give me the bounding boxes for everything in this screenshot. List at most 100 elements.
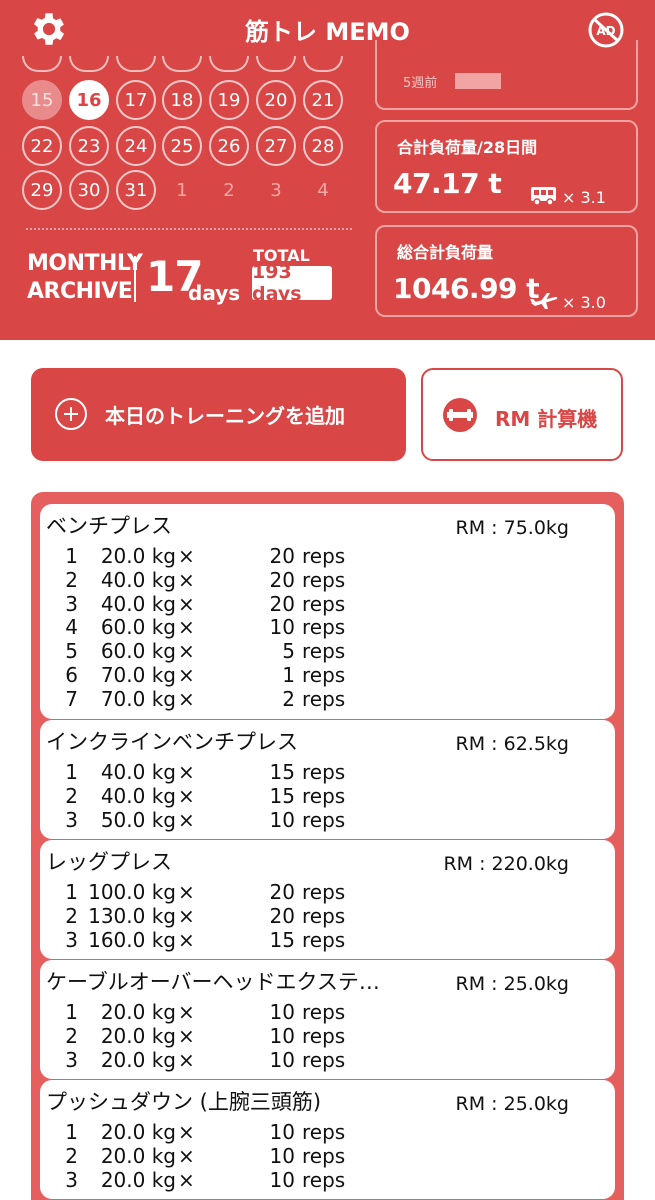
set-row: 3 160.0 kg × 15 reps — [40, 928, 440, 952]
set-weight: 20.0 kg — [100, 1047, 176, 1072]
exercise-list: ベンチプレス RM : 75.0kg 1 20.0 kg × 20 reps 2 40.0 kg… — [31, 492, 624, 1200]
calendar-day[interactable]: 16 — [69, 80, 109, 120]
calendar-prev-row — [162, 56, 202, 72]
calendar-day[interactable]: 2 — [209, 170, 249, 210]
times-sign: × — [178, 663, 195, 687]
set-reps: 10 — [269, 807, 295, 832]
calendar-day[interactable]: 25 — [162, 126, 202, 166]
weeks-ago-bar — [455, 73, 501, 89]
calendar-day[interactable]: 19 — [209, 80, 249, 120]
times-sign: × — [178, 783, 195, 808]
calendar-day[interactable]: 20 — [256, 80, 296, 120]
calendar-day[interactable]: 3 — [256, 170, 296, 210]
set-row: 2 40.0 kg × 20 reps — [40, 568, 440, 592]
set-row: 7 70.0 kg × 2 reps — [40, 687, 440, 711]
rm-calculator-button[interactable]: RM 計算機 — [421, 368, 623, 461]
times-sign: × — [178, 880, 195, 904]
monthly-day-unit: days — [188, 281, 241, 305]
set-row: 1 40.0 kg × 15 reps — [40, 760, 440, 784]
calendar-day[interactable]: 17 — [116, 80, 156, 120]
set-reps-unit: reps — [302, 1000, 346, 1024]
load-28days-card: 合計負荷量/28日間 47.17 t × 3.1 — [375, 120, 638, 213]
set-weight: 20.0 kg — [100, 1000, 176, 1024]
calendar-day[interactable]: 26 — [209, 126, 249, 166]
calendar-prev-row — [22, 56, 62, 72]
set-reps: 15 — [269, 927, 295, 952]
calendar-day[interactable]: 31 — [116, 170, 156, 210]
times-sign: × — [178, 544, 195, 568]
bus-icon — [531, 187, 556, 206]
set-weight: 40.0 kg — [100, 760, 176, 784]
exercise-card[interactable]: ベンチプレス RM : 75.0kg 1 20.0 kg × 20 reps 2 40.0 kg… — [40, 504, 615, 719]
total-load-label: 総合計負荷量 — [397, 243, 494, 262]
weeks-ago-label: 5週前 — [403, 76, 438, 91]
set-reps-unit: reps — [302, 1143, 346, 1168]
set-reps: 10 — [269, 1143, 295, 1168]
set-row: 1 20.0 kg × 10 reps — [40, 1000, 440, 1024]
set-row: 1 20.0 kg × 10 reps — [40, 1120, 440, 1144]
svg-text:AD: AD — [596, 24, 615, 38]
set-reps-unit: reps — [302, 903, 346, 928]
set-reps-unit: reps — [302, 1023, 346, 1048]
calendar-day[interactable]: 18 — [162, 80, 202, 120]
total-load-value: 1046.99 t — [393, 272, 540, 305]
calendar-day[interactable]: 24 — [116, 126, 156, 166]
plus-circle-icon — [55, 398, 87, 430]
set-row: 5 60.0 kg × 5 reps — [40, 639, 440, 663]
calendar-day[interactable]: 15 — [22, 80, 62, 120]
exercise-card[interactable]: ケーブルオーバーヘッドエクステ… RM : 25.0kg 1 20.0 kg × 10 re… — [40, 960, 615, 1080]
set-reps-unit: reps — [302, 1120, 346, 1144]
set-reps: 15 — [269, 760, 295, 784]
add-today-training-label: 本日のトレーニングを追加 — [105, 404, 345, 428]
exercise-rm: RM : 75.0kg — [455, 517, 569, 539]
times-sign: × — [178, 639, 195, 664]
times-sign: × — [178, 567, 195, 592]
set-reps: 1 — [282, 663, 295, 687]
calendar-day[interactable]: 27 — [256, 126, 296, 166]
set-row: 2 20.0 kg × 10 reps — [40, 1144, 440, 1168]
set-reps: 20 — [269, 591, 295, 616]
set-reps: 15 — [269, 783, 295, 808]
set-row: 6 70.0 kg × 1 reps — [40, 663, 440, 687]
set-weight: 40.0 kg — [100, 567, 176, 592]
set-weight: 50.0 kg — [100, 807, 176, 832]
set-row: 3 40.0 kg × 20 reps — [40, 592, 440, 616]
set-reps-unit: reps — [302, 544, 346, 568]
calendar-day[interactable]: 28 — [303, 126, 343, 166]
exercise-rm: RM : 62.5kg — [455, 733, 569, 755]
set-row: 2 130.0 kg × 20 reps — [40, 904, 440, 928]
calendar-day[interactable]: 22 — [22, 126, 62, 166]
times-sign: × — [178, 686, 195, 711]
calendar-day[interactable]: 21 — [303, 80, 343, 120]
exercise-card[interactable]: プッシュダウン (上腕三頭筋) RM : 25.0kg 1 20.0 kg × 10 rep… — [40, 1080, 615, 1200]
airplane-icon — [530, 293, 558, 309]
set-reps-unit: reps — [302, 783, 346, 808]
set-weight: 40.0 kg — [100, 591, 176, 616]
times-sign: × — [178, 1000, 195, 1024]
set-reps-unit: reps — [302, 663, 346, 687]
set-weight: 60.0 kg — [100, 639, 176, 664]
times-sign: × — [178, 1047, 195, 1072]
calendar-day[interactable]: 29 — [22, 170, 62, 210]
calendar-day[interactable]: 4 — [303, 170, 343, 210]
times-sign: × — [178, 1120, 195, 1144]
calendar-day[interactable]: 1 — [162, 170, 202, 210]
set-reps-unit: reps — [302, 591, 346, 616]
exercise-name: ベンチプレス — [46, 514, 172, 538]
calendar-prev-row — [69, 56, 109, 72]
calendar-day[interactable]: 30 — [69, 170, 109, 210]
exercise-card[interactable]: インクラインベンチプレス RM : 62.5kg 1 40.0 kg × 15 reps 2 4… — [40, 720, 615, 840]
times-sign: × — [178, 760, 195, 784]
calendar-prev-row — [116, 56, 156, 72]
add-today-training-button[interactable]: 本日のトレーニングを追加 — [31, 368, 406, 461]
set-reps-unit: reps — [302, 567, 346, 592]
calendar-day[interactable]: 23 — [69, 126, 109, 166]
exercise-name: インクラインベンチプレス — [46, 730, 298, 754]
set-reps-unit: reps — [302, 686, 346, 711]
dumbbell-icon — [443, 398, 477, 432]
set-weight: 70.0 kg — [100, 663, 176, 687]
set-row: 3 20.0 kg × 10 reps — [40, 1048, 440, 1072]
set-reps-unit: reps — [302, 1047, 346, 1072]
exercise-card[interactable]: レッグプレス RM : 220.0kg 1 100.0 kg × 20 reps 2 130.0… — [40, 840, 615, 960]
exercise-name: レッグプレス — [46, 850, 172, 874]
